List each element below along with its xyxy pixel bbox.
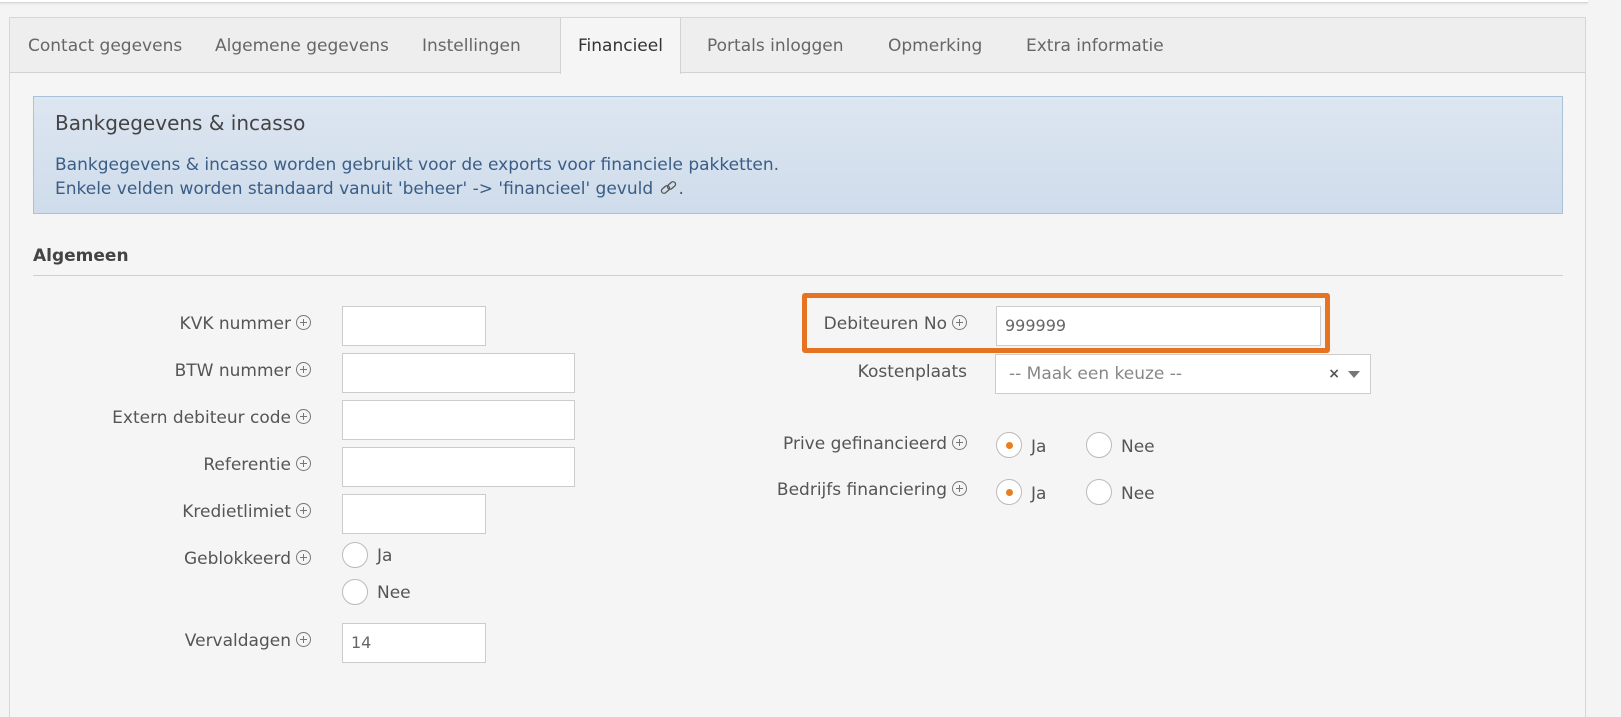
geblokkeerd-ja-radio[interactable] <box>342 542 368 568</box>
plus-circle-icon[interactable] <box>952 435 967 450</box>
label-extern-debiteur-code: Extern debiteur code <box>112 408 311 428</box>
extern-debiteur-code-input[interactable] <box>342 400 575 440</box>
label-geblokkeerd: Geblokkeerd <box>184 549 311 569</box>
tab-financieel[interactable]: Financieel <box>560 18 681 74</box>
kostenplaats-select[interactable]: -- Maak een keuze -- × <box>995 354 1371 394</box>
geblokkeerd-nee-label: Nee <box>377 583 411 603</box>
label-kvk-nummer: KVK nummer <box>180 314 311 334</box>
bedrijfs-ja-radio[interactable] <box>996 479 1022 505</box>
plus-circle-icon[interactable] <box>952 481 967 496</box>
geblokkeerd-ja-label: Ja <box>377 546 393 566</box>
bedrijfs-ja-label: Ja <box>1031 484 1047 504</box>
tab-instellingen[interactable]: Instellingen <box>422 18 521 73</box>
plus-circle-icon[interactable] <box>296 550 311 565</box>
kredietlimiet-input[interactable] <box>342 494 486 534</box>
clear-icon[interactable]: × <box>1328 355 1340 393</box>
label-referentie: Referentie <box>203 455 311 475</box>
info-box: Bankgegevens & incasso Bankgegevens & in… <box>33 96 1563 214</box>
prive-ja-radio[interactable] <box>996 432 1022 458</box>
plus-circle-icon[interactable] <box>296 503 311 518</box>
plus-circle-icon[interactable] <box>296 315 311 330</box>
label-vervaldagen: Vervaldagen <box>185 631 311 651</box>
tab-contact-gegevens[interactable]: Contact gegevens <box>28 18 182 73</box>
info-title: Bankgegevens & incasso <box>55 111 306 135</box>
top-strip <box>0 0 1588 3</box>
prive-nee-radio[interactable] <box>1086 432 1112 458</box>
info-line-2-text: Enkele velden worden standaard vanuit 'b… <box>55 179 654 199</box>
tab-algemene-gegevens[interactable]: Algemene gegevens <box>215 18 389 73</box>
section-title-algemeen: Algemeen <box>33 246 129 266</box>
debiteuren-no-input[interactable]: 999999 <box>996 306 1321 346</box>
geblokkeerd-nee-radio[interactable] <box>342 579 368 605</box>
label-prive-gefinancieerd: Prive gefinancieerd <box>783 434 967 454</box>
plus-circle-icon[interactable] <box>296 362 311 377</box>
bedrijfs-nee-label: Nee <box>1121 484 1155 504</box>
info-line-2-end: . <box>678 179 684 199</box>
tab-portals-inloggen[interactable]: Portals inloggen <box>707 18 844 73</box>
info-line-2: Enkele velden worden standaard vanuit 'b… <box>55 179 684 199</box>
btw-nummer-input[interactable] <box>342 353 575 393</box>
bedrijfs-nee-radio[interactable] <box>1086 479 1112 505</box>
plus-circle-icon[interactable] <box>296 632 311 647</box>
vervaldagen-input[interactable]: 14 <box>342 623 486 663</box>
kvk-nummer-input[interactable] <box>342 306 486 346</box>
tab-extra-informatie[interactable]: Extra informatie <box>1026 18 1164 73</box>
prive-ja-label: Ja <box>1031 437 1047 457</box>
tab-bar: Contact gegevens Algemene gegevens Inste… <box>10 18 1585 74</box>
plus-circle-icon[interactable] <box>296 409 311 424</box>
prive-nee-label: Nee <box>1121 437 1155 457</box>
referentie-input[interactable] <box>342 447 575 487</box>
label-kredietlimiet: Kredietlimiet <box>182 502 311 522</box>
label-bedrijfs-financiering: Bedrijfs financiering <box>777 480 967 500</box>
section-divider <box>33 275 1563 276</box>
chevron-down-icon[interactable] <box>1348 371 1360 378</box>
kostenplaats-placeholder: -- Maak een keuze -- <box>1009 364 1183 384</box>
label-btw-nummer: BTW nummer <box>175 361 311 381</box>
link-icon[interactable] <box>659 179 679 199</box>
label-debiteuren-no: Debiteuren No <box>824 314 967 334</box>
label-kostenplaats: Kostenplaats <box>857 362 967 382</box>
plus-circle-icon[interactable] <box>296 456 311 471</box>
plus-circle-icon[interactable] <box>952 315 967 330</box>
info-line-1: Bankgegevens & incasso worden gebruikt v… <box>55 155 780 175</box>
tab-opmerking[interactable]: Opmerking <box>888 18 982 73</box>
